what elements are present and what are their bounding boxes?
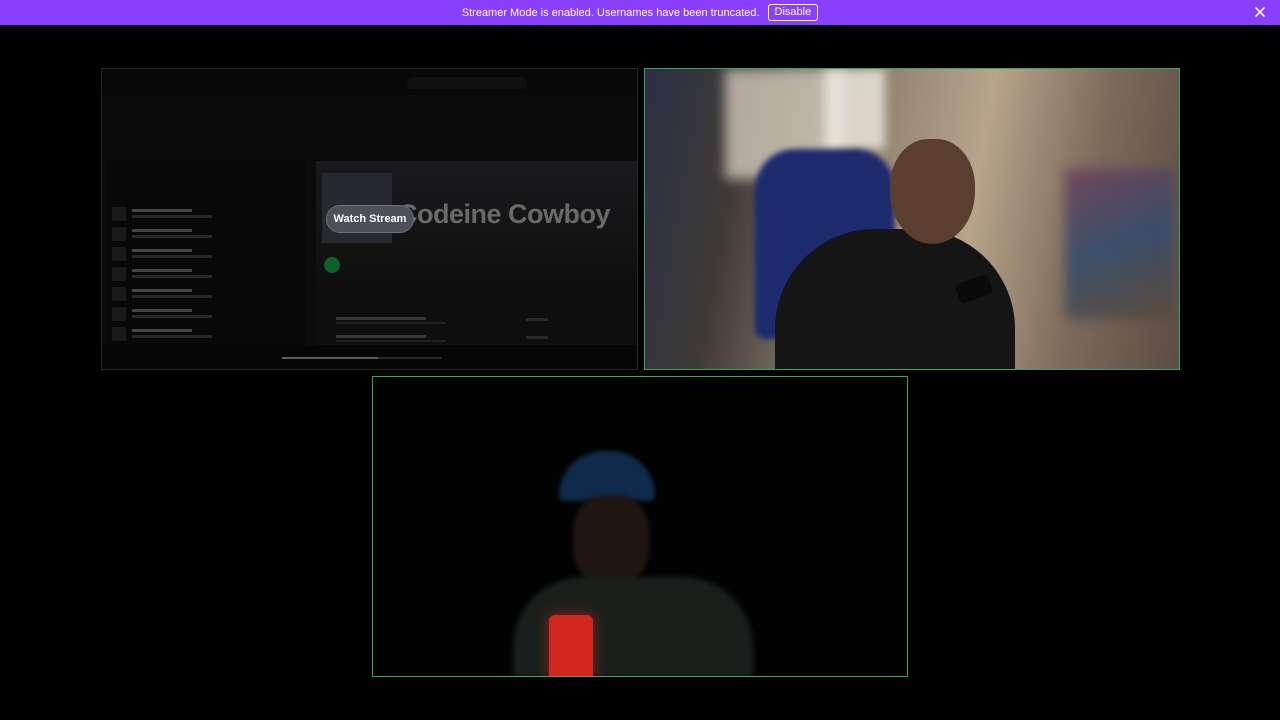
list-item — [112, 207, 302, 221]
participant-head — [890, 139, 975, 244]
player-bar — [102, 345, 637, 369]
table-row — [336, 335, 626, 344]
app-titlebar — [102, 69, 637, 95]
table-row — [336, 317, 626, 326]
app-search-bar — [407, 77, 527, 89]
streamer-mode-banner: Streamer Mode is enabled. Usernames have… — [0, 0, 1280, 25]
participant-hat — [559, 451, 655, 501]
song-title: Codeine Cowboy — [398, 199, 611, 229]
now-playing-panel: Codeine Cowboy — [316, 161, 637, 369]
participant-head — [573, 495, 649, 585]
microphone — [549, 615, 593, 676]
watch-stream-button[interactable]: Watch Stream — [326, 205, 414, 233]
list-item — [112, 287, 302, 301]
participant-video-tile[interactable] — [644, 68, 1180, 370]
list-item — [112, 247, 302, 261]
library-panel — [106, 161, 306, 369]
play-icon — [324, 257, 340, 273]
video-background — [1065, 169, 1175, 319]
playback-progress — [282, 357, 442, 359]
list-item — [112, 307, 302, 321]
screenshare-tile[interactable]: Codeine Cowboy Watch Stream — [101, 68, 638, 370]
video-background — [825, 69, 885, 149]
participant-video-tile[interactable] — [372, 376, 908, 677]
disable-streamer-mode-button[interactable]: Disable — [767, 4, 819, 21]
list-item — [112, 267, 302, 281]
list-item — [112, 227, 302, 241]
close-icon[interactable] — [1252, 4, 1268, 20]
list-item — [112, 327, 302, 341]
streamer-mode-message: Streamer Mode is enabled. Usernames have… — [461, 6, 760, 19]
